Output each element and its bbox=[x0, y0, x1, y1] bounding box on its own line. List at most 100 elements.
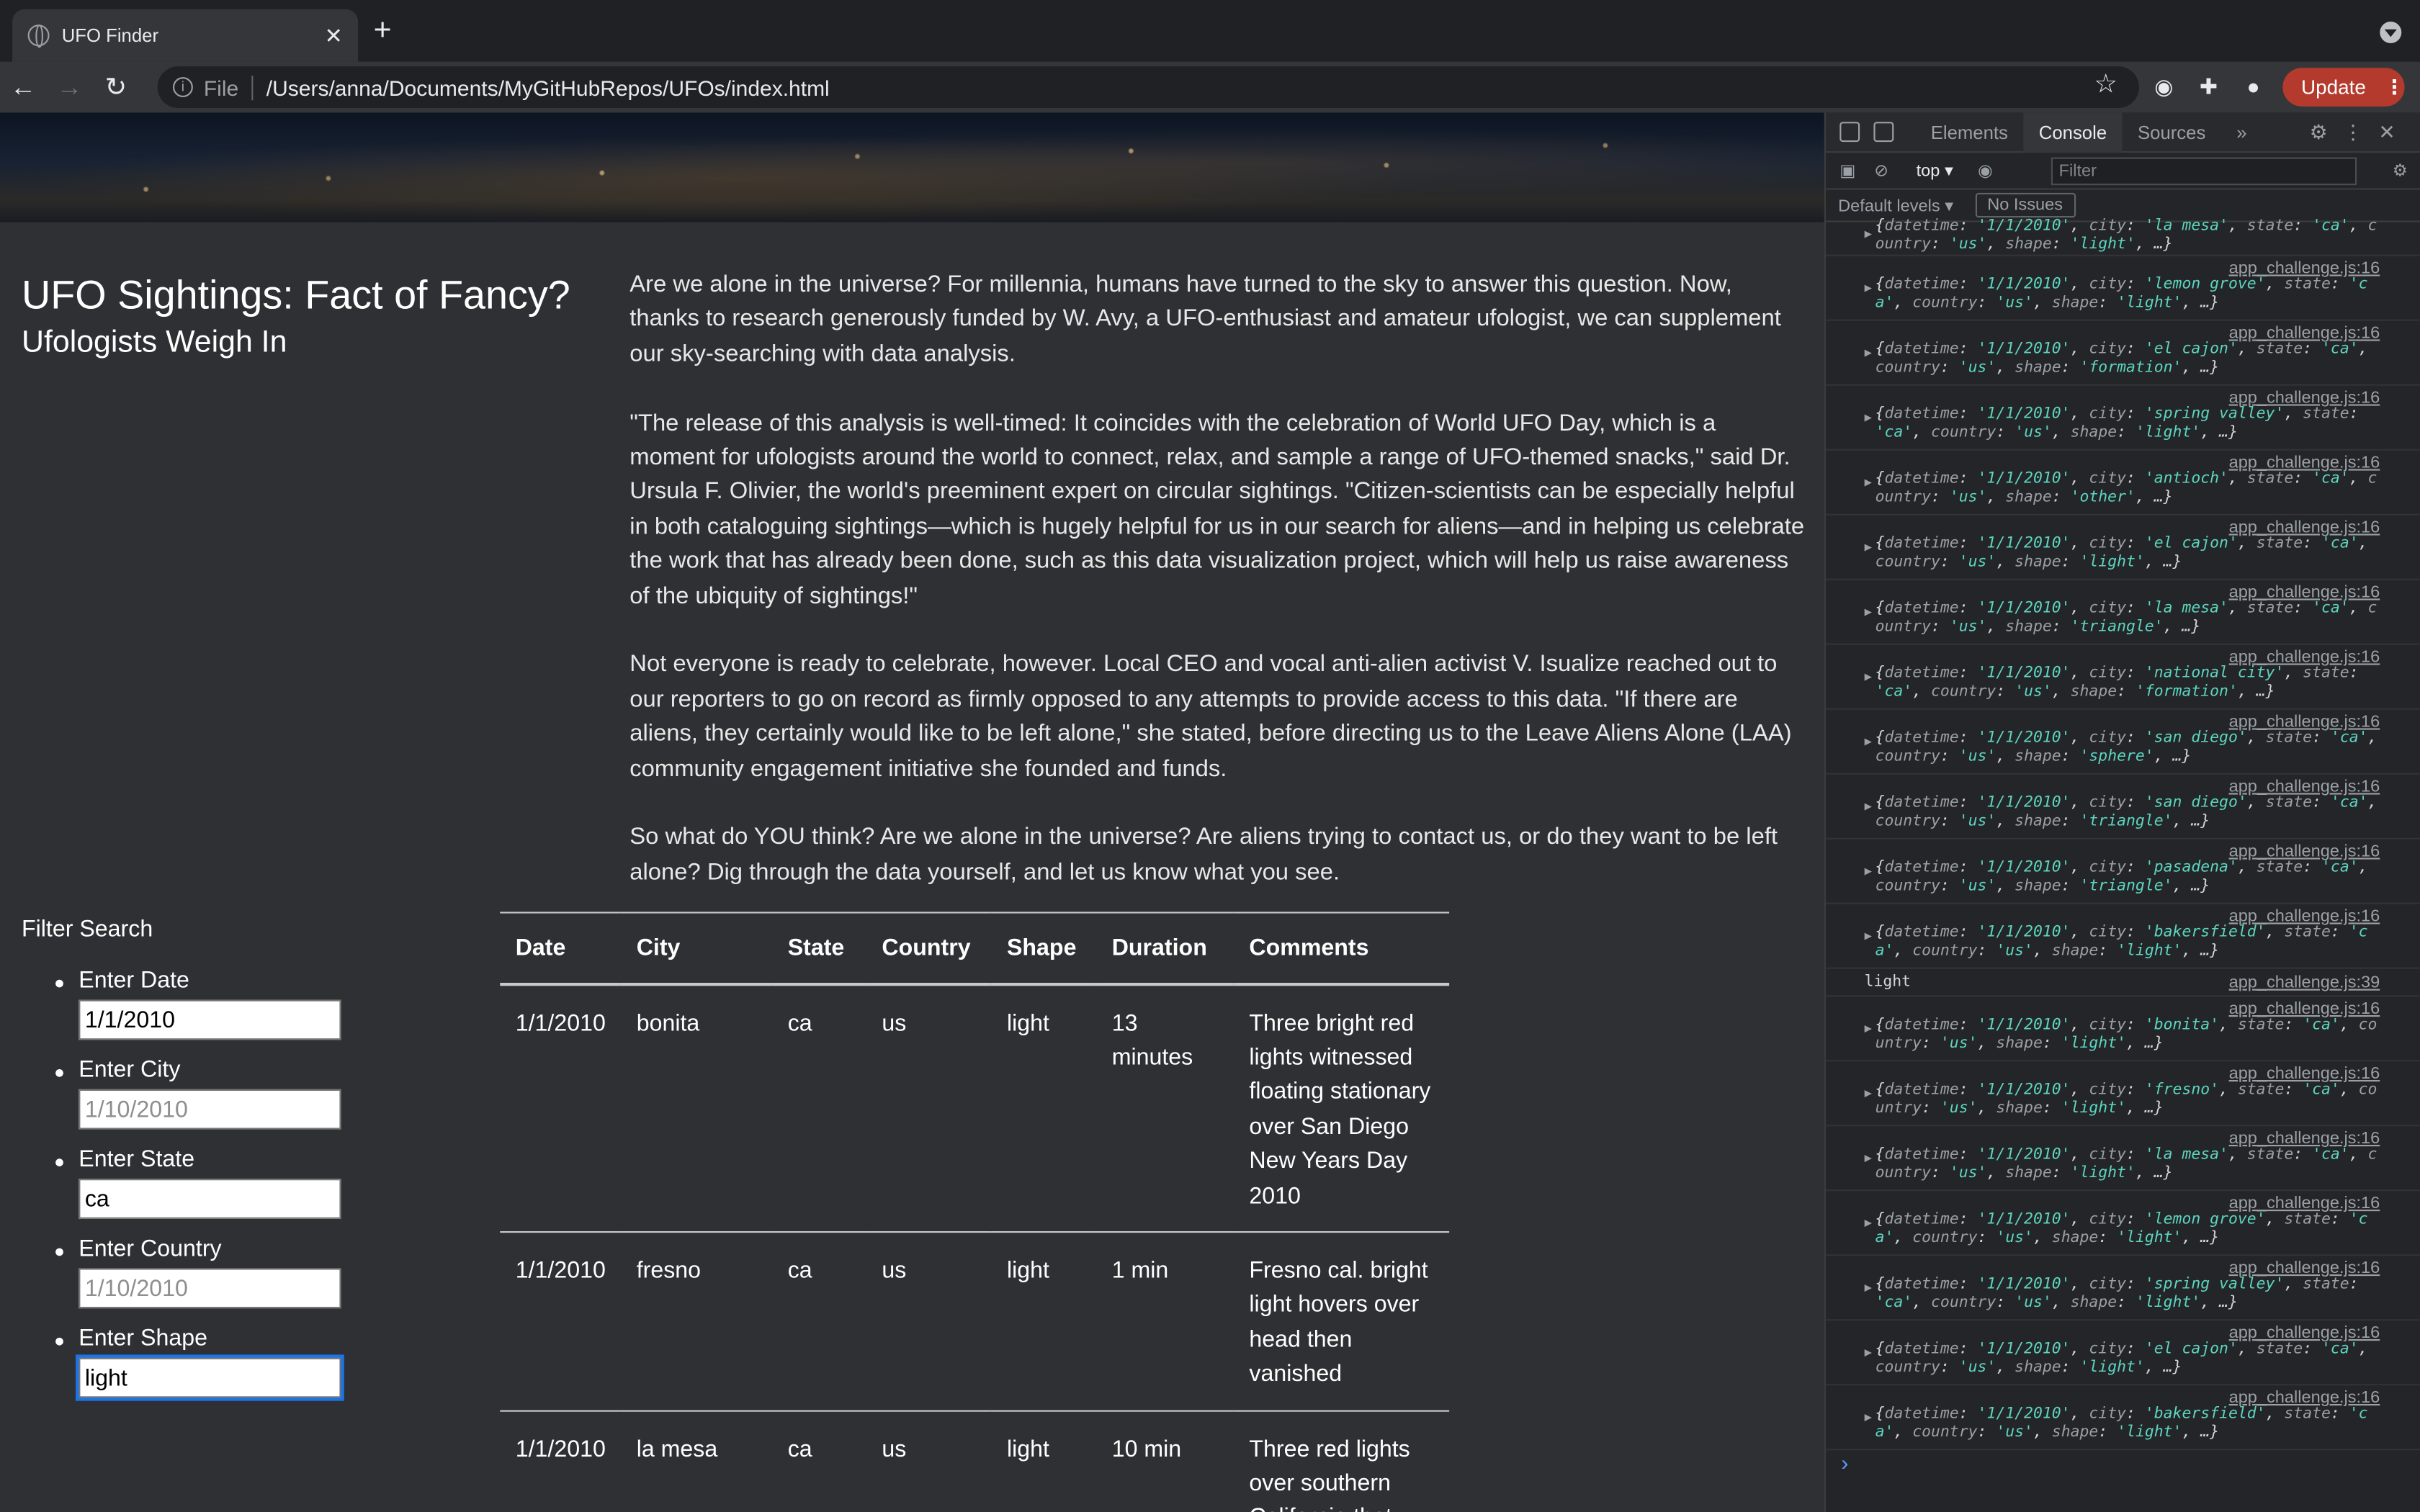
expand-triangle-icon[interactable]: ▶ bbox=[1865, 281, 1872, 294]
expand-triangle-icon[interactable]: ▶ bbox=[1865, 410, 1872, 424]
expand-triangle-icon[interactable]: ▶ bbox=[1865, 1346, 1872, 1359]
console-prompt[interactable]: › bbox=[1826, 1450, 2420, 1475]
expand-triangle-icon[interactable]: ▶ bbox=[1865, 1086, 1872, 1100]
state-input[interactable] bbox=[79, 1179, 341, 1219]
expand-triangle-icon[interactable]: ▶ bbox=[1865, 929, 1872, 942]
browser-window: UFO Finder ✕ + ← → ↻ i File /Users/anna/… bbox=[0, 0, 2420, 1512]
context-selector[interactable]: top ▾ bbox=[1917, 161, 1953, 181]
new-tab-icon[interactable]: + bbox=[374, 14, 392, 49]
update-button[interactable]: Update ⋮ bbox=[2282, 68, 2405, 107]
shape-input[interactable] bbox=[75, 1354, 344, 1401]
console-entry[interactable]: app_challenge.js:16 ▶ {datetime: '1/1/2010… bbox=[1826, 321, 2420, 386]
info-icon[interactable]: i bbox=[173, 77, 193, 97]
profile-icon[interactable]: ● bbox=[2241, 74, 2265, 99]
source-link[interactable]: app_challenge.js:16 bbox=[2229, 1130, 2380, 1148]
reload-icon[interactable]: ↻ bbox=[93, 72, 139, 103]
date-input[interactable] bbox=[79, 999, 341, 1040]
console-entry[interactable]: app_challenge.js:16 ▶ {datetime: '1/1/2010… bbox=[1826, 996, 2420, 1062]
expand-triangle-icon[interactable]: ▶ bbox=[1865, 864, 1872, 878]
console-entry[interactable]: app_challenge.js:16 ▶ {datetime: '1/1/2010… bbox=[1826, 1320, 2420, 1386]
console-entry[interactable]: app_challenge.js:16 ▶ {datetime: '1/1/2010… bbox=[1826, 840, 2420, 904]
source-link[interactable]: app_challenge.js:16 bbox=[2229, 1194, 2380, 1213]
console-entry[interactable]: app_challenge.js:16 ▶ {datetime: '1/1/2010… bbox=[1826, 516, 2420, 580]
expand-triangle-icon[interactable]: ▶ bbox=[1865, 734, 1872, 748]
expand-triangle-icon[interactable]: ▶ bbox=[1865, 1022, 1872, 1035]
expand-triangle-icon[interactable]: ▶ bbox=[1865, 1410, 1872, 1424]
expand-triangle-icon[interactable]: ▶ bbox=[1865, 1216, 1872, 1230]
address-bar[interactable]: i File /Users/anna/Documents/MyGitHubRep… bbox=[157, 66, 2139, 108]
source-link[interactable]: app_challenge.js:16 bbox=[2229, 583, 2380, 602]
expand-triangle-icon[interactable]: ▶ bbox=[1865, 346, 1872, 359]
close-tab-icon[interactable]: ✕ bbox=[325, 22, 343, 48]
expand-triangle-icon[interactable]: ▶ bbox=[1865, 605, 1872, 618]
console-entry[interactable]: app_challenge.js:16 ▶ {datetime: '1/1/2010… bbox=[1826, 386, 2420, 451]
expand-triangle-icon[interactable]: ▶ bbox=[1865, 540, 1872, 554]
console-entry[interactable]: app_challenge.js:16 ▶ {datetime: '1/1/2010… bbox=[1826, 904, 2420, 969]
menu-kebab-icon[interactable]: ⋮ bbox=[2385, 75, 2405, 99]
bookmark-star-icon[interactable]: ☆ bbox=[2094, 69, 2118, 100]
source-link[interactable]: app_challenge.js:16 bbox=[2229, 1259, 2380, 1278]
source-link[interactable]: app_challenge.js:16 bbox=[2229, 389, 2380, 408]
console-entry[interactable]: app_challenge.js:16 ▶ {datetime: '1/1/2010… bbox=[1826, 580, 2420, 645]
issues-badge[interactable]: No Issues bbox=[1975, 192, 2076, 218]
source-link[interactable]: app_challenge.js:16 bbox=[2229, 1324, 2380, 1343]
tab-elements[interactable]: Elements bbox=[1915, 112, 2023, 152]
browser-tab[interactable]: UFO Finder ✕ bbox=[12, 9, 359, 62]
filter-label: Enter City bbox=[79, 1056, 181, 1084]
source-link[interactable]: app_challenge.js:16 bbox=[2229, 713, 2380, 732]
source-link[interactable]: app_challenge.js:16 bbox=[2229, 778, 2380, 796]
source-link[interactable]: app_challenge.js:16 bbox=[2229, 842, 2380, 861]
source-link[interactable]: app_challenge.js:16 bbox=[2229, 324, 2380, 343]
source-link[interactable]: app_challenge.js:16 bbox=[2229, 907, 2380, 926]
tab-sources[interactable]: Sources bbox=[2123, 112, 2221, 152]
console-entry[interactable]: app_challenge.js:16 ▶ {datetime: '1/1/2010… bbox=[1826, 1191, 2420, 1256]
source-link[interactable]: app_challenge.js:16 bbox=[2229, 454, 2380, 472]
table-cell: fresno bbox=[621, 1231, 773, 1411]
console-entry[interactable]: app_challenge.js:16 ▶ {datetime: '1/1/2010… bbox=[1826, 451, 2420, 516]
console-entry[interactable]: app_challenge.js:16 ▶ {datetime: '1/1/2010… bbox=[1826, 645, 2420, 710]
clear-console-icon[interactable]: ⊘ bbox=[1874, 161, 1888, 181]
console-filter-input[interactable]: Filter bbox=[2051, 157, 2357, 186]
expand-triangle-icon[interactable]: ▶ bbox=[1865, 1281, 1872, 1295]
url-text[interactable]: /Users/anna/Documents/MyGitHubRepos/UFOs… bbox=[266, 75, 830, 99]
tab-search-icon[interactable] bbox=[2380, 22, 2402, 43]
source-link[interactable]: app_challenge.js:16 bbox=[2229, 1065, 2380, 1084]
sidebar-toggle-icon[interactable]: ▣ bbox=[1839, 161, 1855, 181]
expand-triangle-icon[interactable]: ▶ bbox=[1865, 227, 1872, 240]
console-entry[interactable]: ▶ {datetime: '1/1/2010', city: 'la mesa',… bbox=[1826, 217, 2420, 256]
puzzle-icon[interactable]: ✚ bbox=[2196, 74, 2220, 99]
console-entry[interactable]: app_challenge.js:16 ▶ {datetime: '1/1/2010… bbox=[1826, 710, 2420, 775]
console-entry[interactable]: app_challenge.js:16 ▶ {datetime: '1/1/2010… bbox=[1826, 775, 2420, 840]
source-link[interactable]: app_challenge.js:16 bbox=[2229, 1389, 2380, 1408]
divider bbox=[251, 74, 253, 100]
source-link[interactable]: app_challenge.js:16 bbox=[2229, 648, 2380, 667]
tab-console[interactable]: Console bbox=[2023, 112, 2123, 153]
source-link[interactable]: app_challenge.js:16 bbox=[2229, 518, 2380, 537]
forward-icon[interactable]: → bbox=[46, 72, 92, 103]
devtools-settings-icons[interactable]: ⚙⋮✕ bbox=[2310, 120, 2411, 145]
console-settings-icon[interactable]: ⚙ bbox=[2393, 161, 2408, 181]
source-link[interactable]: app_challenge.js:16 bbox=[2229, 259, 2380, 278]
console-entry[interactable]: app_challenge.js:16 ▶ {datetime: '1/1/2010… bbox=[1826, 1256, 2420, 1321]
eye-icon[interactable]: ◉ bbox=[1978, 161, 1993, 181]
table-cell: 1 min bbox=[1096, 1231, 1234, 1411]
expand-triangle-icon[interactable]: ▶ bbox=[1865, 475, 1872, 489]
expand-triangle-icon[interactable]: ▶ bbox=[1865, 1151, 1872, 1165]
device-toggle-icon[interactable] bbox=[1873, 122, 1894, 143]
source-link[interactable]: app_challenge.js:39 bbox=[2229, 973, 2380, 992]
extension-icon[interactable]: ◉ bbox=[2151, 74, 2176, 99]
expand-triangle-icon[interactable]: ▶ bbox=[1865, 670, 1872, 683]
expand-triangle-icon[interactable]: ▶ bbox=[1865, 799, 1872, 813]
more-tabs-icon[interactable]: » bbox=[2221, 112, 2262, 152]
console-entry[interactable]: app_challenge.js:16 ▶ {datetime: '1/1/2010… bbox=[1826, 1126, 2420, 1192]
back-icon[interactable]: ← bbox=[0, 72, 46, 103]
console-toolbar: ▣ ⊘ top ▾ ◉ Filter ⚙ bbox=[1826, 153, 2420, 190]
source-link[interactable]: app_challenge.js:16 bbox=[2229, 1000, 2380, 1019]
console-entry[interactable]: app_challenge.js:16 ▶ {datetime: '1/1/2010… bbox=[1826, 1385, 2420, 1451]
inspect-icon[interactable] bbox=[1839, 122, 1860, 143]
city-input[interactable] bbox=[79, 1089, 341, 1130]
country-input[interactable] bbox=[79, 1268, 341, 1309]
levels-dropdown[interactable]: Default levels ▾ bbox=[1838, 195, 1953, 215]
console-entry[interactable]: app_challenge.js:16 ▶ {datetime: '1/1/2010… bbox=[1826, 256, 2420, 321]
console-entry[interactable]: app_challenge.js:16 ▶ {datetime: '1/1/2010… bbox=[1826, 1061, 2420, 1127]
